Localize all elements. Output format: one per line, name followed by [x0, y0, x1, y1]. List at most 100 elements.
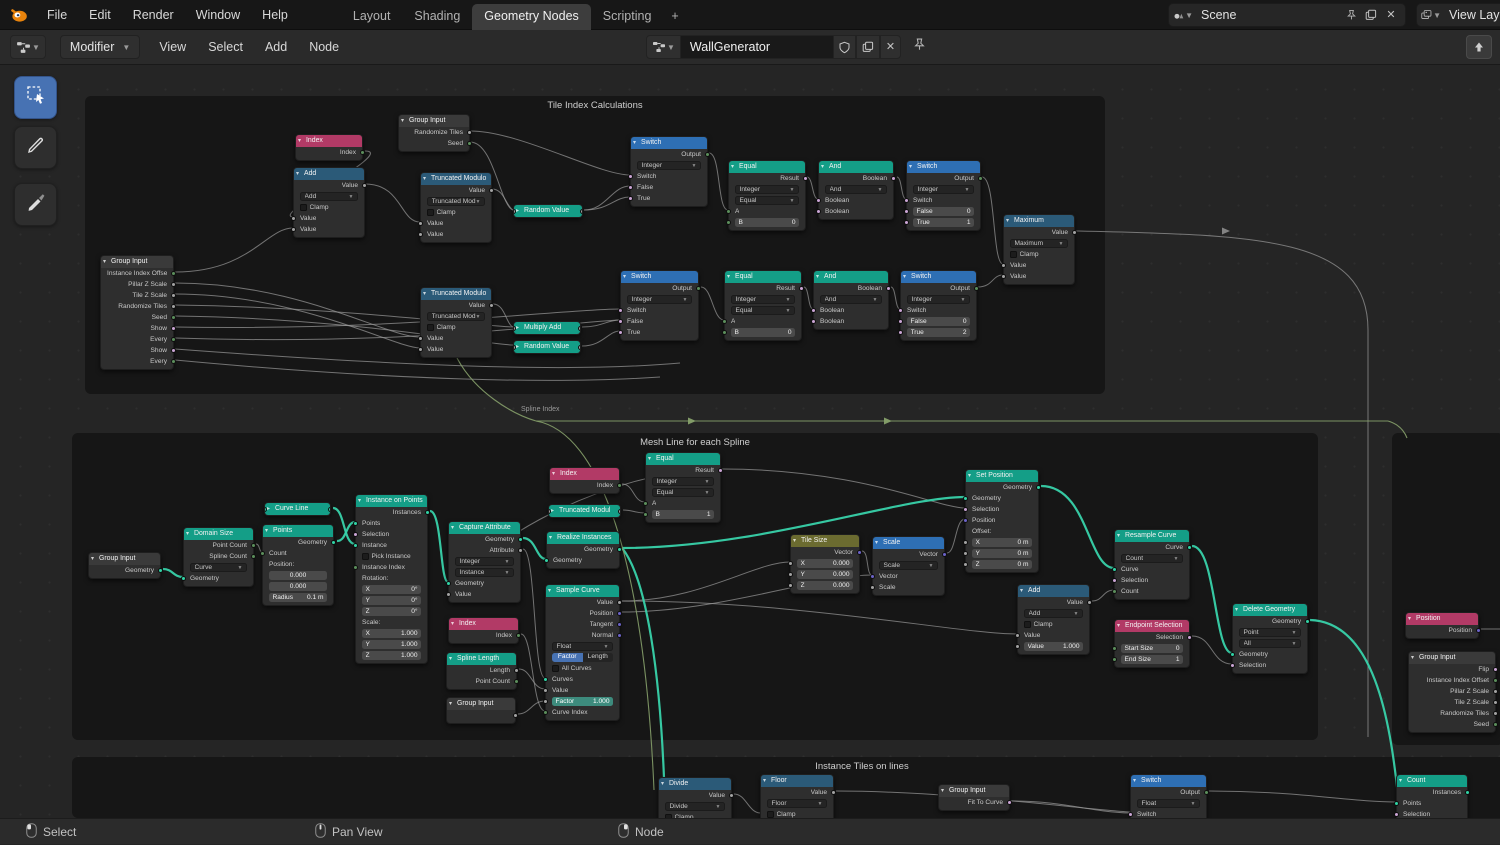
socket[interactable]: [353, 565, 358, 570]
row-y[interactable]: Y 0 m: [963, 548, 1038, 559]
node-domain-size[interactable]: ▾ Domain Size Point Count Spline Count Curve…: [181, 527, 256, 587]
menu-node[interactable]: Node: [298, 32, 350, 62]
node-truncated-modulo-3[interactable]: ▸ Truncated Modul: [548, 504, 621, 518]
collapse-icon[interactable]: ▾: [909, 161, 912, 173]
node-header[interactable]: ▾ Index: [550, 468, 619, 480]
collapse-icon[interactable]: ▾: [1399, 775, 1402, 787]
node-header[interactable]: ▾ Position: [1406, 613, 1478, 625]
node-header[interactable]: ▸ Random Value: [514, 205, 582, 217]
socket[interactable]: [171, 282, 176, 287]
dropdown[interactable]: Float ▼: [1137, 799, 1200, 808]
node-position[interactable]: ▾ Position Position: [1405, 612, 1481, 639]
node-header[interactable]: ▾ Group Input: [89, 553, 160, 565]
socket[interactable]: [1015, 633, 1020, 638]
socket[interactable]: [1493, 667, 1498, 672]
node-random-value-1[interactable]: ▸ Random Value: [513, 204, 583, 218]
socket[interactable]: [942, 552, 947, 557]
node-endpoint-selection[interactable]: ▾ Endpoint Selection Selection Start Size 0 E…: [1112, 619, 1192, 668]
row-clamp[interactable]: Clamp: [294, 202, 364, 213]
collapse-icon[interactable]: ▾: [1133, 775, 1136, 787]
row-truncated-modul[interactable]: Truncated Modul▼: [421, 196, 491, 207]
row-instance[interactable]: Instance ▼: [449, 567, 520, 578]
socket[interactable]: [628, 196, 633, 201]
socket[interactable]: [353, 532, 358, 537]
collapse-icon[interactable]: ▾: [763, 775, 766, 787]
node-header[interactable]: ▾ Add: [294, 168, 364, 180]
node-set-position[interactable]: ▾ Set Position Geometry Geometry Selection Po…: [963, 469, 1041, 573]
value-field[interactable]: Value 1.000: [1024, 642, 1083, 651]
socket[interactable]: [628, 185, 633, 190]
node-header[interactable]: ▾ Realize Instances: [547, 532, 619, 544]
node-capture-attribute[interactable]: ▾ Capture Attribute Geometry Attribute Integ…: [446, 521, 523, 603]
socket[interactable]: [171, 348, 176, 353]
value-field[interactable]: B1: [652, 510, 714, 519]
node-tree-browse-button[interactable]: ▼: [646, 35, 681, 59]
row-y[interactable]: Y 1.000: [356, 639, 427, 650]
node-resample-curve[interactable]: ▾ Resample Curve Curve Count ▼ Curve Selection…: [1112, 529, 1192, 600]
collapse-icon[interactable]: ▾: [91, 553, 94, 565]
checkbox[interactable]: [427, 209, 434, 216]
row-factor[interactable]: Factor Length: [546, 652, 619, 663]
socket[interactable]: [963, 507, 968, 512]
dropdown[interactable]: Integer ▼: [637, 161, 701, 170]
socket[interactable]: [803, 176, 808, 181]
row-and[interactable]: And ▼: [819, 184, 893, 195]
row-false[interactable]: False 0: [904, 206, 980, 217]
row-floor[interactable]: Floor ▼: [761, 798, 833, 809]
socket[interactable]: [1493, 678, 1498, 683]
dropdown[interactable]: Maximum ▼: [1010, 239, 1068, 248]
collapse-icon[interactable]: ▾: [731, 161, 734, 173]
value-field[interactable]: Y 0 m: [972, 549, 1032, 558]
value-field[interactable]: Z 0 m: [972, 560, 1032, 569]
socket[interactable]: [726, 209, 731, 214]
value-slider[interactable]: Factor 1.000: [552, 697, 613, 706]
node-and-2[interactable]: ▾ And Boolean And ▼ Boolean Boolean: [811, 270, 891, 330]
expand-icon[interactable]: ▸: [516, 341, 519, 353]
socket[interactable]: [425, 510, 430, 515]
row-all[interactable]: All ▼: [1233, 638, 1307, 649]
socket[interactable]: [1112, 578, 1117, 583]
value-field[interactable]: Y 0.000: [797, 570, 853, 579]
collapse-icon[interactable]: ▾: [1020, 585, 1023, 597]
socket[interactable]: [974, 286, 979, 291]
value-field[interactable]: Y 0°: [362, 596, 421, 605]
dropdown[interactable]: Integer ▼: [735, 185, 799, 194]
row-radius[interactable]: Radius 0.1 m: [263, 592, 333, 603]
copy-node-tree-button[interactable]: [855, 35, 880, 59]
socket[interactable]: [870, 585, 875, 590]
socket[interactable]: [1112, 657, 1117, 662]
fake-user-button[interactable]: [832, 35, 856, 59]
node-header[interactable]: ▾ And: [814, 271, 888, 283]
row-item[interactable]: 0.000: [263, 581, 333, 592]
node-header[interactable]: ▾ Group Input: [101, 256, 173, 268]
node-multiply-add[interactable]: ▸ Multiply Add: [513, 321, 581, 335]
node-group-input-left[interactable]: ▾ Group Input Instance Index Offset Pillar …: [100, 255, 176, 370]
row-z[interactable]: Z 1.000: [356, 650, 427, 661]
socket[interactable]: [898, 308, 903, 313]
socket[interactable]: [904, 198, 909, 203]
row-integer[interactable]: Integer ▼: [449, 556, 520, 567]
socket[interactable]: [446, 581, 451, 586]
collapse-icon[interactable]: ▾: [423, 173, 426, 185]
expand-icon[interactable]: ▸: [267, 503, 270, 515]
node-header[interactable]: ▾ Endpoint Selection: [1115, 620, 1189, 632]
row-float[interactable]: Float ▼: [1131, 798, 1206, 809]
node-index-2[interactable]: ▾ Index Index: [549, 467, 622, 494]
checkbox[interactable]: [552, 665, 559, 672]
socket[interactable]: [788, 572, 793, 577]
row-value[interactable]: Value 1.000: [1015, 641, 1089, 652]
node-equal-1[interactable]: ▾ Equal Result Integer ▼ Equal ▼ A B 0: [726, 160, 808, 231]
view-layer-browse-button[interactable]: ▼: [1421, 5, 1441, 25]
socket[interactable]: [1230, 652, 1235, 657]
mode-selector[interactable]: Modifier ▼: [59, 35, 141, 59]
row-float[interactable]: Float ▼: [546, 641, 619, 652]
collapse-icon[interactable]: ▾: [451, 522, 454, 534]
collapse-icon[interactable]: ▾: [265, 525, 268, 537]
socket[interactable]: [1072, 230, 1077, 235]
dropdown[interactable]: Integer ▼: [652, 477, 714, 486]
socket[interactable]: [467, 130, 472, 135]
row-false[interactable]: False 0: [898, 316, 976, 327]
socket[interactable]: [904, 220, 909, 225]
node-add-1[interactable]: ▾ Add Value Add ▼ Clamp Value Value: [291, 167, 367, 238]
checkbox[interactable]: [300, 204, 307, 211]
